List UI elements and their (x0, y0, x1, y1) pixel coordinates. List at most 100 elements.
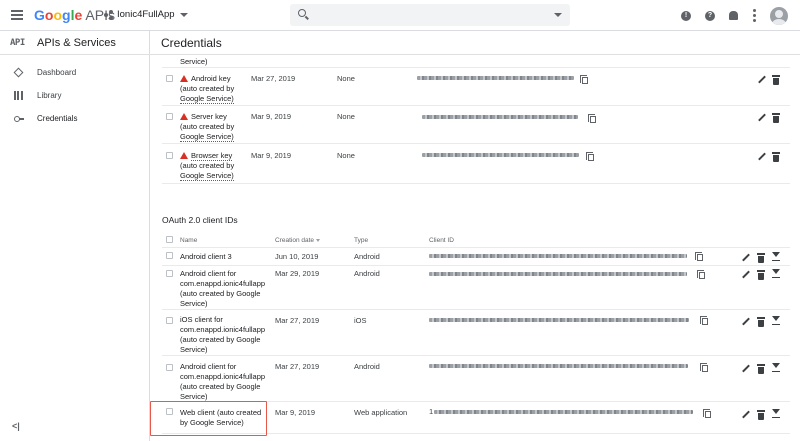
project-name: Ionic4FullApp (117, 9, 175, 20)
client-name-line: com.enappd.ionic4fullapp (180, 325, 266, 334)
main-content: Credentials Service) Android key (auto c… (150, 31, 800, 441)
row-checkbox[interactable] (166, 252, 173, 259)
key-name-link[interactable]: Server key (191, 112, 227, 122)
copy-icon[interactable] (588, 114, 596, 123)
menu-icon[interactable] (11, 10, 23, 20)
edit-icon[interactable] (742, 253, 750, 262)
client-name-line: Service) (180, 345, 208, 354)
delete-icon[interactable] (772, 75, 780, 85)
key-note: (auto created by (180, 122, 235, 131)
credentials-content[interactable]: Service) Android key (auto created by Go… (150, 55, 800, 441)
delete-icon[interactable] (757, 253, 765, 263)
download-icon[interactable] (772, 269, 780, 278)
row-checkbox[interactable] (166, 75, 173, 82)
row-divider (162, 247, 790, 248)
copy-icon[interactable] (580, 75, 588, 84)
copy-icon[interactable] (697, 270, 705, 279)
restriction: None (337, 151, 355, 160)
sidebar: API APIs & Services Dashboard Library Cr… (0, 31, 150, 441)
more-options-icon[interactable] (753, 9, 756, 22)
edit-icon[interactable] (742, 270, 750, 279)
delete-icon[interactable] (772, 152, 780, 162)
delete-icon[interactable] (757, 270, 765, 280)
api-badge-icon: API (10, 38, 25, 48)
search-icon (298, 9, 306, 17)
client-name-line: com.enappd.ionic4fullapp (180, 279, 266, 288)
copy-icon[interactable] (586, 152, 594, 161)
download-icon[interactable] (772, 409, 780, 418)
key-note: Google Service) (180, 171, 234, 181)
column-header-creation-date[interactable]: Creation date (275, 237, 321, 244)
row-checkbox[interactable] (166, 317, 173, 324)
edit-icon[interactable] (758, 75, 766, 84)
edit-icon[interactable] (742, 364, 750, 373)
client-id-prefix: 1 (429, 407, 434, 416)
edit-icon[interactable] (742, 410, 750, 419)
project-selector[interactable]: Ionic4FullApp (104, 9, 188, 20)
sidebar-header: API APIs & Services (0, 31, 150, 55)
search-dropdown-icon[interactable] (554, 13, 562, 17)
client-name-link[interactable]: Android client for (180, 269, 236, 279)
warning-icon (180, 152, 188, 159)
help-icon[interactable]: ? (705, 10, 715, 21)
select-all-checkbox[interactable] (166, 236, 173, 243)
redacted-client-id (429, 318, 689, 322)
download-icon[interactable] (772, 363, 780, 372)
sidebar-item-label: Dashboard (37, 68, 77, 77)
library-icon (14, 91, 23, 100)
row-divider (162, 309, 790, 310)
avatar[interactable] (770, 6, 788, 25)
row-checkbox[interactable] (166, 152, 173, 159)
column-header-client-id[interactable]: Client ID (429, 237, 454, 244)
sidebar-item-library[interactable]: Library (0, 85, 150, 107)
redacted-client-id (429, 272, 687, 276)
restriction: None (337, 74, 355, 83)
edit-icon[interactable] (742, 317, 750, 326)
row-divider (162, 265, 790, 266)
client-name-line: com.enappd.ionic4fullapp (180, 372, 266, 381)
key-note: (auto created by (180, 161, 235, 170)
row-checkbox[interactable] (166, 270, 173, 277)
sidebar-item-credentials[interactable]: Credentials (0, 108, 150, 130)
page-header: Credentials (150, 31, 800, 55)
copy-icon[interactable] (703, 409, 711, 418)
client-name-line: (auto created by Google (180, 289, 261, 298)
google-apis-logo[interactable]: Google APIs (34, 7, 115, 23)
edit-icon[interactable] (758, 113, 766, 122)
notifications-feed-icon[interactable]: ! (681, 10, 691, 21)
page-title: Credentials (161, 36, 222, 50)
row-checkbox[interactable] (166, 113, 173, 120)
delete-icon[interactable] (772, 113, 780, 123)
collapse-sidebar-icon[interactable]: <| (12, 421, 20, 431)
client-name-line: (auto created by Google (180, 335, 261, 344)
redacted-key (417, 76, 574, 80)
redacted-client-id (434, 410, 693, 414)
delete-icon[interactable] (757, 317, 765, 327)
column-header-name[interactable]: Name (180, 237, 197, 244)
delete-icon[interactable] (757, 410, 765, 420)
key-note: Google Service) (180, 94, 234, 104)
download-icon[interactable] (772, 252, 780, 261)
row-divider (162, 105, 790, 106)
client-type: Android (354, 269, 380, 278)
sort-arrow-icon (316, 238, 321, 242)
row-checkbox[interactable] (166, 364, 173, 371)
sidebar-item-dashboard[interactable]: Dashboard (0, 62, 150, 84)
redacted-key (422, 153, 579, 157)
warning-icon (180, 113, 188, 120)
client-type: Android (354, 252, 380, 261)
client-name-link[interactable]: iOS client for (180, 315, 223, 325)
column-header-type[interactable]: Type (354, 237, 368, 244)
download-icon[interactable] (772, 316, 780, 325)
key-name-link[interactable]: Browser key (191, 151, 233, 161)
copy-icon[interactable] (700, 363, 708, 372)
client-name-link[interactable]: Android client for (180, 362, 236, 372)
copy-icon[interactable] (700, 316, 708, 325)
client-name-link[interactable]: Android client 3 (180, 252, 232, 262)
bell-icon[interactable] (729, 11, 738, 20)
key-name-link[interactable]: Android key (191, 74, 231, 84)
delete-icon[interactable] (757, 364, 765, 374)
edit-icon[interactable] (758, 152, 766, 161)
search-input[interactable] (290, 4, 570, 26)
copy-icon[interactable] (695, 252, 703, 261)
